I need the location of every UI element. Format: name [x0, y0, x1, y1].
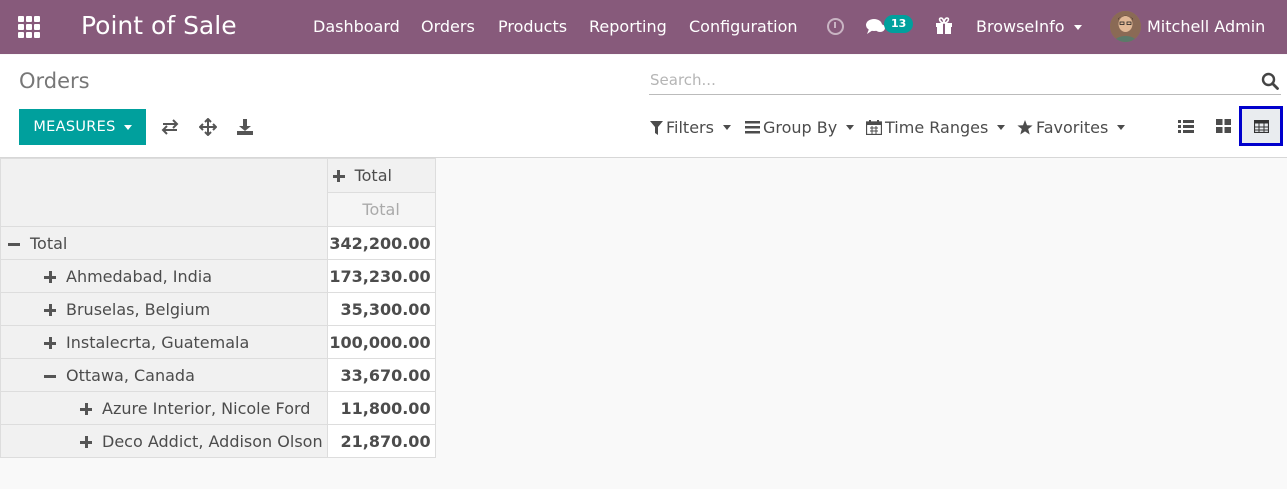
- favorites-dropdown[interactable]: Favorites: [1017, 118, 1126, 137]
- table-row: Instalecrta, Guatemala 100,000.00: [0, 325, 436, 359]
- chevron-down-icon: [997, 125, 1006, 130]
- menu-dashboard[interactable]: Dashboard: [313, 17, 400, 36]
- favorites-label: Favorites: [1036, 118, 1109, 137]
- user-name[interactable]: Mitchell Admin: [1147, 17, 1265, 36]
- time-ranges-label: Time Ranges: [885, 118, 989, 137]
- search-input[interactable]: [650, 69, 1250, 91]
- chevron-down-icon: [1117, 125, 1126, 130]
- plus-icon: [80, 402, 92, 415]
- kanban-icon: [1215, 119, 1231, 133]
- search-bar: [649, 67, 1281, 95]
- row-header-instalecrta[interactable]: Instalecrta, Guatemala: [0, 325, 328, 359]
- list-view-button[interactable]: [1167, 107, 1205, 145]
- filters-dropdown[interactable]: Filters: [650, 118, 731, 137]
- plus-icon: [44, 336, 56, 349]
- calendar-icon: [866, 120, 882, 135]
- col-header-label: Total: [354, 166, 392, 185]
- pivot-view-button[interactable]: [1239, 106, 1283, 146]
- filter-icon: [650, 120, 663, 135]
- table-row: Ahmedabad, India 173,230.00: [0, 259, 436, 293]
- flip-axis-icon[interactable]: [161, 118, 179, 136]
- pivot-corner: [0, 158, 328, 227]
- row-label: Azure Interior, Nicole Ford: [102, 398, 311, 418]
- minus-icon: [44, 370, 56, 382]
- apps-menu-icon[interactable]: [18, 16, 40, 38]
- row-value[interactable]: 173,230.00: [326, 259, 436, 293]
- table-row: Ottawa, Canada 33,670.00: [0, 358, 436, 392]
- company-name: BrowseInfo: [976, 17, 1065, 36]
- menu-reporting[interactable]: Reporting: [589, 17, 667, 36]
- plus-icon: [80, 435, 92, 448]
- table-row: Bruselas, Belgium 35,300.00: [0, 292, 436, 326]
- plus-icon: [332, 170, 345, 182]
- company-switcher[interactable]: BrowseInfo: [976, 17, 1082, 36]
- measures-label: MEASURES: [33, 119, 116, 135]
- pivot-table: Total Total Total 342,200.00 Ahmedabad, …: [0, 158, 436, 458]
- activity-clock-icon[interactable]: [827, 18, 844, 35]
- row-label: Bruselas, Belgium: [66, 299, 211, 319]
- row-value[interactable]: 11,800.00: [326, 391, 436, 425]
- time-ranges-dropdown[interactable]: Time Ranges: [866, 118, 1006, 137]
- row-label: Ottawa, Canada: [66, 365, 195, 385]
- table-row: Deco Addict, Addison Olson 21,870.00: [0, 424, 436, 458]
- plus-icon: [44, 270, 56, 283]
- group-by-dropdown[interactable]: Group By: [745, 118, 855, 137]
- table-row: Azure Interior, Nicole Ford 11,800.00: [0, 391, 436, 425]
- filters-label: Filters: [666, 118, 714, 137]
- control-panel: Orders MEASURES Filters Group By Time Ra…: [0, 55, 1287, 158]
- menu-configuration[interactable]: Configuration: [689, 17, 798, 36]
- search-icon[interactable]: [1261, 72, 1279, 90]
- chat-count-badge: 13: [884, 15, 914, 33]
- row-header-azure-interior[interactable]: Azure Interior, Nicole Ford: [0, 391, 328, 425]
- chat-icon[interactable]: [866, 18, 886, 35]
- minus-icon: [8, 238, 20, 250]
- row-value[interactable]: 100,000.00: [326, 325, 436, 359]
- top-navbar: Point of Sale Dashboard Orders Products …: [0, 0, 1287, 54]
- bars-icon: [745, 121, 760, 134]
- col-header-total[interactable]: Total: [326, 158, 436, 193]
- row-header-deco-addict[interactable]: Deco Addict, Addison Olson: [0, 424, 328, 458]
- pivot-header-row: Total: [0, 158, 436, 227]
- expand-all-icon[interactable]: [199, 118, 217, 136]
- measures-button[interactable]: MEASURES: [19, 109, 146, 145]
- breadcrumb[interactable]: Orders: [19, 69, 90, 93]
- avatar[interactable]: [1110, 11, 1141, 42]
- row-label: Total: [30, 233, 68, 253]
- chevron-down-icon: [722, 125, 731, 130]
- list-icon: [1178, 119, 1194, 133]
- chevron-down-icon: [123, 124, 132, 130]
- plus-icon: [44, 303, 56, 316]
- menu-orders[interactable]: Orders: [421, 17, 475, 36]
- row-header-ahmedabad[interactable]: Ahmedabad, India: [0, 259, 328, 293]
- download-icon[interactable]: [236, 118, 254, 136]
- table-row: Total 342,200.00: [0, 226, 436, 260]
- chevron-down-icon: [1073, 25, 1082, 30]
- group-by-label: Group By: [763, 118, 838, 137]
- kanban-view-button[interactable]: [1204, 107, 1242, 145]
- row-header-bruselas[interactable]: Bruselas, Belgium: [0, 292, 328, 326]
- row-value[interactable]: 35,300.00: [326, 292, 436, 326]
- row-value[interactable]: 33,670.00: [326, 358, 436, 392]
- app-title: Point of Sale: [81, 11, 237, 40]
- row-value[interactable]: 342,200.00: [326, 226, 436, 260]
- row-label: Instalecrta, Guatemala: [66, 332, 250, 352]
- chevron-down-icon: [846, 125, 855, 130]
- row-value[interactable]: 21,870.00: [326, 424, 436, 458]
- table-icon: [1253, 119, 1269, 133]
- row-label: Ahmedabad, India: [66, 266, 213, 286]
- row-header-ottawa[interactable]: Ottawa, Canada: [0, 358, 328, 392]
- menu-products[interactable]: Products: [498, 17, 567, 36]
- measure-header[interactable]: Total: [326, 192, 436, 227]
- star-icon: [1017, 120, 1033, 135]
- gift-icon[interactable]: [935, 17, 953, 35]
- row-label: Deco Addict, Addison Olson: [102, 431, 323, 451]
- row-header-total[interactable]: Total: [0, 226, 328, 260]
